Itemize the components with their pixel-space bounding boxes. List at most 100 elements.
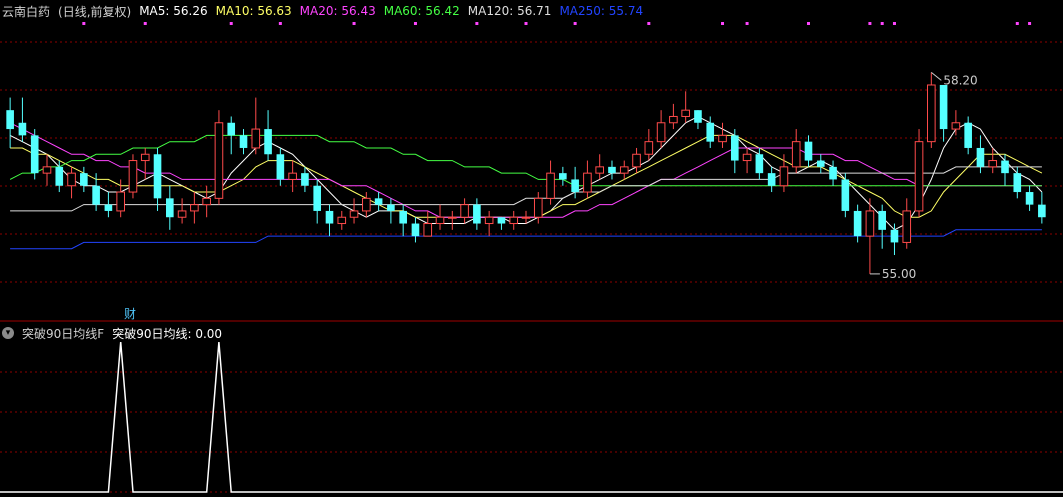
candle-body — [1025, 192, 1034, 205]
candle-body — [140, 153, 150, 162]
kline-chart[interactable]: 58.20 55.00 — [0, 0, 1063, 497]
candle-body — [435, 216, 445, 225]
candle-body — [484, 216, 494, 225]
candle-body — [632, 153, 641, 168]
signal-dot — [892, 22, 896, 25]
candle-body — [1013, 173, 1022, 193]
candle-body — [608, 166, 616, 174]
candle-body — [694, 110, 702, 123]
candle-body — [742, 153, 752, 162]
candle-body — [104, 204, 113, 211]
candle-body — [644, 141, 654, 155]
candle-body — [325, 210, 334, 224]
candle-body — [362, 197, 371, 212]
candle-body — [387, 204, 395, 211]
candle-body — [190, 204, 199, 212]
candle-body — [976, 147, 985, 167]
candle-body — [67, 172, 76, 187]
candle-body — [829, 166, 837, 180]
candle-body — [42, 166, 52, 174]
candle-body — [116, 191, 125, 212]
candle-body — [227, 122, 236, 136]
candle-body — [521, 216, 531, 219]
candle-body — [423, 223, 433, 237]
indicator-value: 突破90日均线: 0.00 — [112, 326, 223, 341]
candle-body — [177, 210, 187, 218]
signal-dot — [352, 22, 356, 25]
signal-dot — [721, 22, 725, 25]
signal-dot — [745, 22, 749, 25]
max-price-label: 58.20 — [943, 73, 977, 87]
candle-body — [779, 166, 789, 187]
candle-body — [841, 179, 850, 211]
candle-body — [239, 135, 248, 148]
candle-body — [214, 122, 224, 199]
signal-dot — [524, 22, 528, 25]
candle-body — [153, 154, 162, 199]
candle-body — [55, 166, 64, 186]
candle-body — [166, 198, 174, 218]
candle-body — [128, 160, 138, 193]
candle-body — [988, 160, 998, 168]
finance-badge[interactable]: 财 — [124, 305, 136, 322]
candle-body — [951, 122, 961, 130]
candle-body — [890, 229, 899, 243]
candle-body — [497, 217, 506, 224]
candle-body — [718, 134, 727, 143]
candle-body — [853, 210, 862, 237]
signal-dot — [868, 22, 872, 25]
candle-body — [533, 197, 543, 218]
candle-body — [399, 210, 407, 224]
candle-body — [583, 172, 592, 193]
candle-body — [964, 122, 972, 148]
candle-body — [288, 172, 297, 180]
candle-body — [804, 141, 813, 161]
signal-dot — [413, 22, 417, 25]
indicator-line — [0, 341, 1063, 493]
candle-body — [681, 109, 690, 117]
candle-body — [791, 141, 801, 168]
candle-body — [473, 204, 481, 224]
candle-body — [460, 204, 469, 218]
candle-body — [927, 84, 936, 143]
candle-body — [1038, 204, 1046, 218]
candle-body — [914, 141, 924, 212]
candle-body — [18, 122, 27, 136]
signal-dot — [1015, 22, 1019, 25]
candle-body — [509, 216, 519, 225]
max-pointer — [931, 71, 942, 81]
candle-body — [706, 122, 715, 142]
signal-dot — [880, 22, 884, 25]
chevron-down-icon[interactable]: ▾ — [2, 327, 14, 339]
signal-dot — [806, 22, 810, 25]
candle-body — [313, 185, 322, 211]
candle-body — [816, 160, 825, 167]
candle-body — [767, 173, 776, 186]
candle-body — [447, 216, 457, 219]
candle-body — [276, 154, 285, 180]
candle-body — [755, 154, 764, 174]
candle-body — [251, 128, 261, 149]
signal-dot — [647, 22, 651, 25]
signal-dot — [475, 22, 479, 25]
candle-body — [92, 185, 100, 205]
candle-body — [411, 223, 420, 237]
candle-body — [202, 197, 211, 206]
candle-body — [1001, 160, 1009, 174]
candle-body — [878, 210, 886, 230]
indicator-legend: ▾ 突破90日均线F 突破90日均线: 0.00 — [2, 323, 230, 343]
candle-body — [6, 110, 14, 130]
signal-dot — [573, 22, 577, 25]
candle-body — [865, 210, 875, 237]
candle-body — [730, 135, 739, 161]
candle-body — [30, 135, 39, 174]
signal-dot — [82, 22, 86, 25]
min-price-label: 55.00 — [882, 267, 916, 281]
signal-dot — [143, 22, 147, 25]
candle-body — [669, 115, 678, 124]
candle-body — [656, 122, 666, 143]
signal-dot — [1028, 22, 1032, 25]
indicator-name[interactable]: 突破90日均线F — [22, 325, 104, 342]
candle-body — [301, 173, 309, 186]
candle-body — [571, 179, 579, 193]
